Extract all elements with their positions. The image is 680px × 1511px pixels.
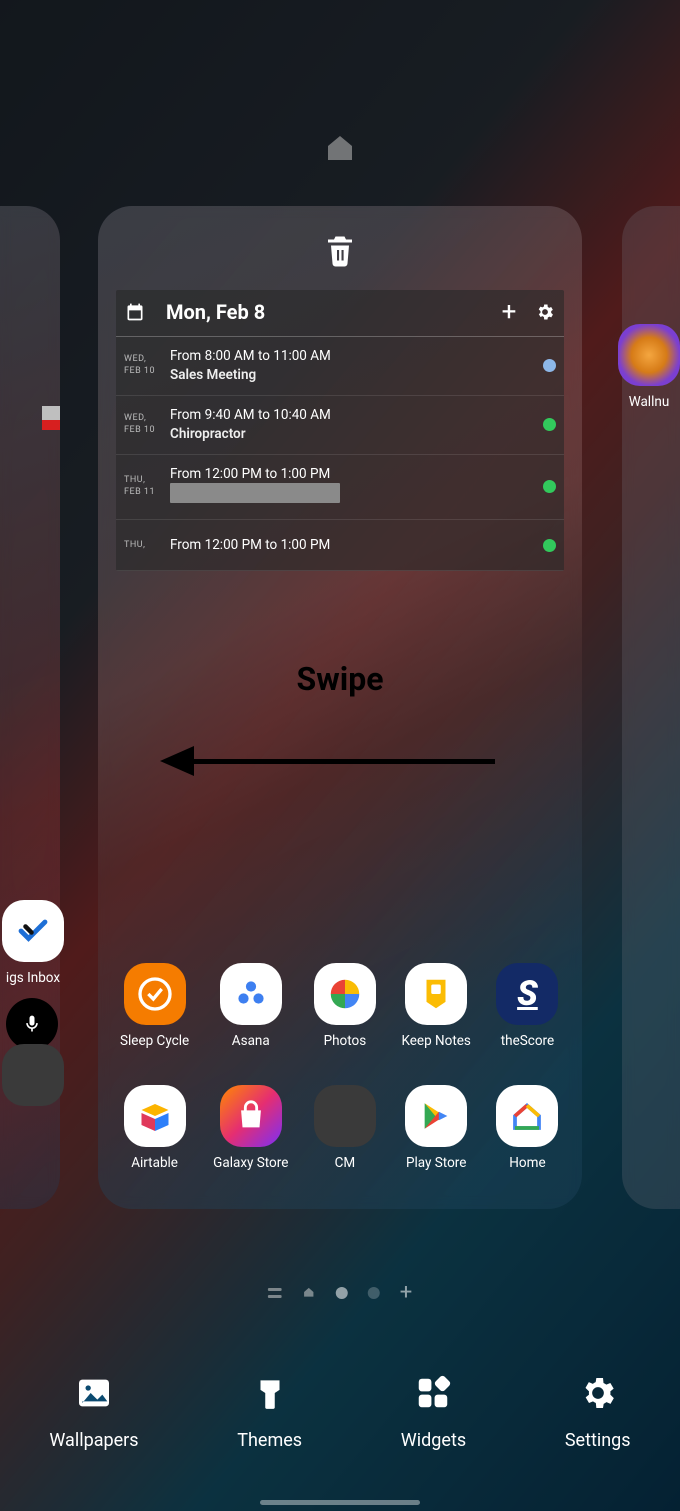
page-preview-current[interactable]: Mon, Feb 8 + WED,FEB 10 From 8:00 AM to … — [98, 206, 582, 1209]
app-icon-wallnut[interactable]: Wallnu — [618, 324, 680, 410]
calendar-event[interactable]: THU,FEB 11 From 12:00 PM to 1:00 PM — [116, 455, 564, 521]
editor-dock: Wallpapers Themes Widgets Settings — [0, 1372, 680, 1451]
annotation-swipe-label: Swipe — [297, 660, 384, 698]
annotation-arrow-icon — [160, 746, 495, 776]
dock-label: Widgets — [401, 1430, 466, 1451]
calendar-date: Mon, Feb 8 — [166, 300, 498, 324]
app-label: CM — [335, 1155, 356, 1171]
app-icon-things-inbox[interactable]: igs Inbox — [2, 900, 64, 986]
app-label: Asana — [232, 1033, 270, 1049]
event-time: From 8:00 AM to 11:00 AM — [170, 347, 543, 366]
app-label: Home — [509, 1155, 545, 1171]
event-title: Chiropractor — [170, 425, 543, 444]
recents-indicator-icon — [268, 1283, 282, 1304]
event-color-dot — [543, 539, 556, 552]
app-icon-asana[interactable]: Asana — [213, 963, 288, 1049]
page-dot-active — [336, 1287, 348, 1299]
dock-label: Settings — [565, 1430, 631, 1451]
gesture-nav-bar[interactable] — [260, 1500, 420, 1505]
dock-wallpapers-button[interactable]: Wallpapers — [49, 1372, 138, 1451]
calendar-header: Mon, Feb 8 + — [116, 290, 564, 337]
calendar-icon — [124, 301, 146, 323]
gear-icon — [577, 1372, 619, 1414]
event-time: From 12:00 PM to 1:00 PM — [170, 465, 543, 484]
app-icon-thescore[interactable]: StheScore — [495, 963, 560, 1049]
app-label: Photos — [324, 1033, 367, 1049]
dock-label: Wallpapers — [49, 1430, 138, 1451]
calendar-widget[interactable]: Mon, Feb 8 + WED,FEB 10 From 8:00 AM to … — [116, 290, 564, 571]
calendar-settings-button[interactable] — [534, 301, 556, 323]
page-preview-left[interactable]: igs Inbox — [0, 206, 60, 1209]
app-icon-google-home[interactable]: Home — [495, 1085, 560, 1171]
wallpapers-icon — [73, 1372, 115, 1414]
app-icon-sleep-cycle[interactable]: Sleep Cycle — [120, 963, 189, 1049]
dock-themes-button[interactable]: Themes — [237, 1372, 302, 1451]
app-grid: Sleep Cycle Asana Photos Keep Notes Sthe… — [116, 963, 564, 1171]
delete-page-button[interactable] — [322, 230, 358, 274]
calendar-event[interactable]: WED,FEB 10 From 9:40 AM to 10:40 AMChiro… — [116, 396, 564, 455]
event-time: From 9:40 AM to 10:40 AM — [170, 406, 543, 425]
app-label: Galaxy Store — [213, 1155, 288, 1171]
voice-search-button[interactable] — [6, 998, 58, 1050]
page-dot — [368, 1287, 380, 1299]
calendar-event[interactable]: THU, From 12:00 PM to 1:00 PM — [116, 520, 564, 571]
event-color-dot — [543, 418, 556, 431]
themes-icon — [249, 1372, 291, 1414]
dock-label: Themes — [237, 1430, 302, 1451]
app-label: theScore — [501, 1033, 554, 1049]
page-indicator[interactable]: + — [268, 1282, 412, 1304]
app-icon-photos[interactable]: Photos — [312, 963, 377, 1049]
app-folder[interactable] — [2, 1044, 64, 1106]
redacted-thumb — [42, 420, 60, 430]
app-label: Airtable — [131, 1155, 178, 1171]
app-icon-keep-notes[interactable]: Keep Notes — [401, 963, 470, 1049]
app-label: Keep Notes — [401, 1033, 470, 1049]
app-label: Play Store — [406, 1155, 466, 1171]
page-preview-right[interactable]: Wallnu — [622, 206, 680, 1209]
dock-settings-button[interactable]: Settings — [565, 1372, 631, 1451]
event-color-dot — [543, 480, 556, 493]
app-icon-play-store[interactable]: Play Store — [401, 1085, 470, 1171]
add-event-button[interactable]: + — [498, 301, 520, 323]
event-time: From 12:00 PM to 1:00 PM — [170, 536, 543, 555]
event-color-dot — [543, 359, 556, 372]
app-label: Sleep Cycle — [120, 1033, 189, 1049]
widgets-icon — [412, 1372, 454, 1414]
home-page-indicator-icon — [302, 1283, 316, 1304]
app-label: Wallnu — [629, 394, 670, 410]
dock-widgets-button[interactable]: Widgets — [401, 1372, 466, 1451]
redacted-title — [170, 483, 340, 503]
calendar-event[interactable]: WED,FEB 10 From 8:00 AM to 11:00 AMSales… — [116, 337, 564, 396]
home-indicator-icon — [324, 132, 356, 166]
event-title: Sales Meeting — [170, 366, 543, 385]
app-folder-cm[interactable]: CM — [312, 1085, 377, 1171]
app-label: igs Inbox — [6, 970, 60, 986]
add-page-button[interactable]: + — [400, 1282, 412, 1304]
app-icon-airtable[interactable]: Airtable — [120, 1085, 189, 1171]
app-icon-galaxy-store[interactable]: Galaxy Store — [213, 1085, 288, 1171]
redacted-thumb — [42, 406, 60, 420]
